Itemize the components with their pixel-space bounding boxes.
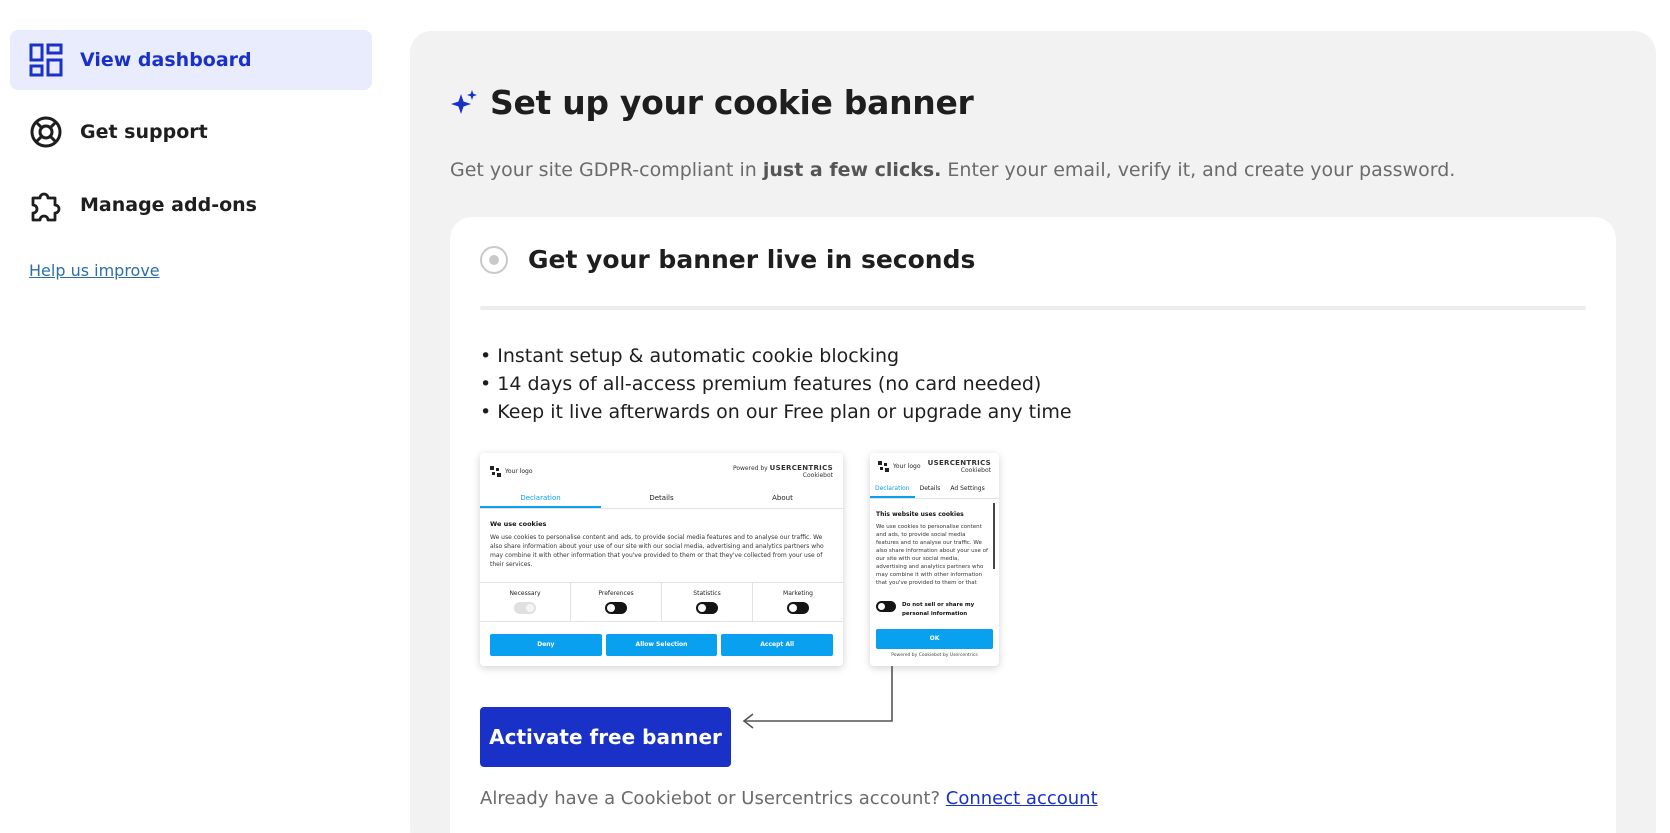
preview-accept-all-button: Accept All xyxy=(721,634,834,656)
brand-text: USERCENTRICS xyxy=(927,458,991,467)
page-title: Set up your cookie banner xyxy=(490,83,974,122)
sparkle-icon xyxy=(450,89,478,117)
arrow-connector-icon xyxy=(742,666,893,729)
toggle-label: Statistics xyxy=(693,590,721,597)
card-title: Get your banner live in seconds xyxy=(528,245,976,274)
preview-tab: About xyxy=(772,494,793,502)
page-subtitle: Get your site GDPR-compliant in just a f… xyxy=(450,159,1455,181)
option-radio[interactable] xyxy=(480,245,508,274)
preview-toggle: Preferences xyxy=(571,583,662,621)
preview-toggle: Necessary xyxy=(480,583,571,621)
activate-free-banner-button[interactable]: Activate free banner xyxy=(480,707,731,767)
sidebar-item-view-dashboard[interactable]: View dashboard xyxy=(10,30,372,90)
preview-header: Your logo Powered by USERCENTRICS Cookie… xyxy=(490,463,833,479)
preview-body: We use cookies to personalise content an… xyxy=(876,524,988,586)
sidebar-item-label: View dashboard xyxy=(80,49,252,71)
account-question: Already have a Cookiebot or Usercentrics… xyxy=(480,788,941,809)
preview-logo: Your logo xyxy=(490,465,533,477)
preview-deny-button: Deny xyxy=(490,634,602,656)
toggle-switch xyxy=(696,602,718,614)
option-label: Do not sell or share my personal informa… xyxy=(902,602,975,617)
preview-tabs: Declaration Details About xyxy=(480,487,843,509)
sidebar: View dashboard Get support Manage add-on… xyxy=(0,0,380,833)
connect-account-link[interactable]: Connect account xyxy=(946,788,1098,809)
logo-icon xyxy=(878,460,889,472)
mobile-banner-preview: Your logo USERCENTRICS Cookiebot Declara… xyxy=(870,453,999,666)
toggle-label: Preferences xyxy=(598,590,634,597)
toggle-switch xyxy=(514,602,536,614)
card-header: Get your banner live in seconds xyxy=(480,245,975,274)
preview-heading: We use cookies xyxy=(490,520,547,528)
preview-option: Do not sell or share my personal informa… xyxy=(876,601,993,619)
preview-toggle: Marketing xyxy=(753,583,843,621)
preview-tab: Details xyxy=(649,494,674,502)
help-us-improve-link[interactable]: Help us improve xyxy=(29,261,160,280)
puzzle-icon xyxy=(28,187,64,223)
preview-toggles: Necessary Preferences Statistics Marketi… xyxy=(480,582,843,622)
preview-brand: USERCENTRICS Cookiebot xyxy=(928,459,991,474)
list-item: • Instant setup & automatic cookie block… xyxy=(480,345,900,367)
connect-account-text: Already have a Cookiebot or Usercentrics… xyxy=(480,788,1098,809)
toggle-label: Necessary xyxy=(509,590,541,597)
lifebuoy-icon xyxy=(28,114,64,150)
subtitle-emphasis: just a few clicks. xyxy=(762,159,942,181)
preview-tab: Details xyxy=(919,485,941,492)
setup-panel: Set up your cookie banner Get your site … xyxy=(410,31,1656,833)
brand-sub-text: Cookiebot xyxy=(802,471,833,479)
preview-body: We use cookies to personalise content an… xyxy=(490,534,824,568)
desktop-banner-preview: Your logo Powered by USERCENTRICS Cookie… xyxy=(480,453,843,666)
panel-header: Set up your cookie banner xyxy=(450,83,974,122)
list-item: • 14 days of all-access premium features… xyxy=(480,373,1042,395)
logo-text: Your logo xyxy=(505,467,533,475)
sidebar-item-get-support[interactable]: Get support xyxy=(10,102,372,162)
preview-heading: This website uses cookies xyxy=(876,511,964,518)
sidebar-item-label: Get support xyxy=(80,121,208,143)
preview-tabs: Declaration Details Ad Settings xyxy=(870,479,999,499)
brand-text: USERCENTRICS xyxy=(769,463,833,472)
list-item: • Keep it live afterwards on our Free pl… xyxy=(480,401,1072,423)
dashboard-icon xyxy=(28,42,64,78)
logo-text: Your logo xyxy=(893,462,921,470)
preview-scrollbar xyxy=(993,503,995,569)
divider xyxy=(480,306,1586,310)
feature-list: • Instant setup & automatic cookie block… xyxy=(480,342,1072,426)
sidebar-item-label: Manage add-ons xyxy=(80,194,257,216)
powered-by-text: Powered by xyxy=(732,464,768,472)
preview-tab: Declaration xyxy=(870,479,915,498)
subtitle-text: Enter your email, verify it, and create … xyxy=(941,159,1456,181)
preview-logo: Your logo xyxy=(878,460,921,472)
toggle-label: Marketing xyxy=(783,590,813,597)
preview-brand: Powered by USERCENTRICS Cookiebot xyxy=(733,464,833,479)
preview-footer: Powered by Cookiebot by Usercentrics xyxy=(891,653,978,658)
brand-sub-text: Cookiebot xyxy=(960,466,991,474)
toggle-switch xyxy=(605,602,627,614)
preview-ok-button: OK xyxy=(876,629,993,649)
preview-tab: Declaration xyxy=(480,487,601,508)
radio-dot xyxy=(489,254,499,265)
sidebar-item-manage-add-ons[interactable]: Manage add-ons xyxy=(10,175,372,235)
logo-icon xyxy=(490,465,501,477)
preview-buttons: Deny Allow Selection Accept All xyxy=(490,634,834,656)
banner-setup-card: Get your banner live in seconds • Instan… xyxy=(450,217,1616,833)
preview-tab: Ad Settings xyxy=(950,485,985,492)
toggle-switch xyxy=(787,602,809,614)
preview-toggle: Statistics xyxy=(662,583,753,621)
toggle-switch xyxy=(876,601,896,612)
preview-header: Your logo USERCENTRICS Cookiebot xyxy=(878,459,991,474)
preview-allow-selection-button: Allow Selection xyxy=(605,634,718,656)
subtitle-text: Get your site GDPR-compliant in xyxy=(450,159,763,181)
